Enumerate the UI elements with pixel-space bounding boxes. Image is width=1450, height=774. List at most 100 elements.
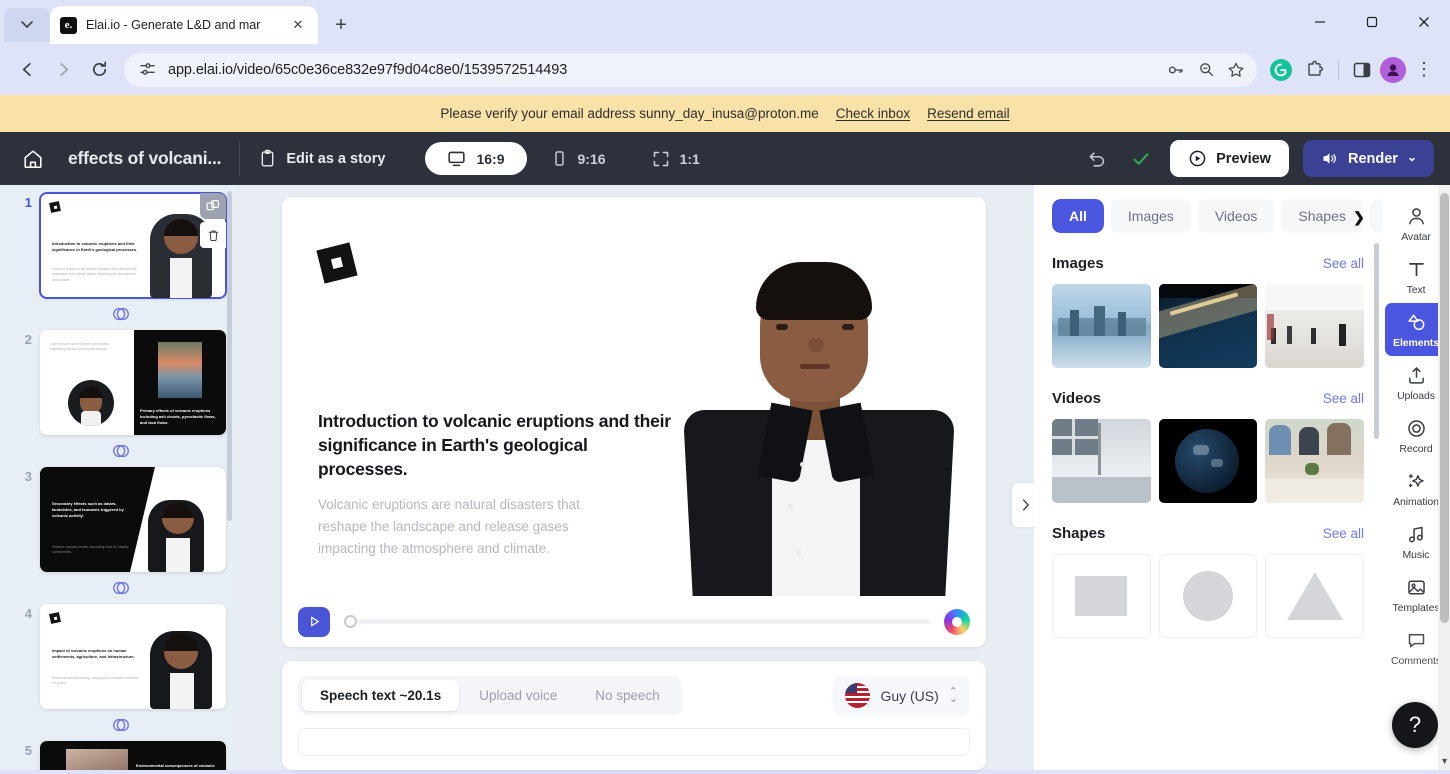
check-inbox-link[interactable]: Check inbox [836, 106, 910, 121]
shape-tile-square[interactable] [1052, 554, 1151, 638]
extensions-puzzle-icon[interactable] [1299, 54, 1331, 86]
collapse-panel-toggle[interactable] [1012, 483, 1038, 527]
tab-speech-text[interactable]: Speech text ~20.1s [302, 680, 460, 712]
tab-videos[interactable]: Videos [1197, 199, 1275, 233]
minimize-window-icon[interactable] [1294, 0, 1346, 44]
address-bar[interactable]: app.elai.io/video/65c0e36ce832e97f9d04c8… [124, 52, 1257, 87]
transition-icon[interactable] [111, 304, 131, 324]
resend-email-link[interactable]: Resend email [927, 106, 1010, 121]
image-tile-earth-coastline-from-space[interactable] [1158, 284, 1258, 368]
reload-icon[interactable] [82, 53, 116, 87]
slides-scrollbar[interactable] [227, 191, 232, 521]
profile-avatar-icon[interactable] [1380, 56, 1406, 83]
transition-icon[interactable] [111, 578, 131, 598]
back-icon[interactable] [10, 53, 44, 87]
video-tile-earth-globe-night[interactable] [1158, 419, 1258, 503]
render-button[interactable]: Render ⌄ [1302, 140, 1434, 177]
delete-slide-icon[interactable] [200, 222, 226, 248]
slide-thumbnail[interactable]: Secondary effects such as lahars, landsl… [40, 467, 226, 572]
aspect-ratio-group: 16:9 9:16 1:1 [421, 138, 725, 179]
play-icon[interactable] [298, 606, 330, 637]
slide-title-text[interactable]: Introduction to volcanic eruptions and t… [318, 410, 678, 481]
ratio-16-9-button[interactable]: 16:9 [425, 142, 527, 175]
elai-diamond-logo[interactable] [316, 242, 358, 284]
color-theme-icon[interactable] [944, 608, 970, 635]
window-controls [1294, 0, 1450, 44]
speech-text-input[interactable] [298, 728, 970, 756]
slide-transition-1[interactable] [28, 304, 214, 324]
slide-subtitle-text[interactable]: Volcanic eruptions are natural disasters… [318, 494, 628, 560]
duplicate-slide-icon[interactable] [200, 193, 226, 219]
side-panel-icon[interactable] [1346, 54, 1378, 86]
playback-timeline[interactable] [344, 615, 930, 629]
shape-tile-triangle[interactable] [1265, 554, 1365, 638]
images-see-all-link[interactable]: See all [1323, 256, 1364, 271]
shape-tile-circle[interactable] [1158, 554, 1258, 638]
edit-as-story-button[interactable]: Edit as a story [258, 149, 385, 168]
slide-transition-4[interactable] [28, 715, 214, 735]
timeline-track[interactable] [357, 619, 930, 625]
slide-stage[interactable]: Introduction to volcanic eruptions and t… [282, 197, 986, 602]
zoom-search-icon[interactable] [1191, 55, 1221, 85]
tab-no-speech[interactable]: No speech [577, 680, 678, 711]
video-tile-snowy-street-scene[interactable] [1052, 419, 1151, 503]
thumb-avatar-circle [68, 380, 114, 426]
undo-icon[interactable] [1082, 144, 1112, 174]
upload-icon [1406, 365, 1427, 386]
close-tab-icon[interactable]: ✕ [288, 15, 308, 35]
slides-rail[interactable]: 1 Introduction to volcanic eruptions and… [0, 185, 234, 770]
slide-item-3[interactable]: 3 Secondary effects such as lahars, land… [0, 467, 234, 572]
slide-thumbnail[interactable]: Lorem ipsum dolor sit amet consectetur a… [40, 330, 226, 435]
transition-icon[interactable] [111, 715, 131, 735]
page-scrollbar[interactable]: ▼ [1438, 185, 1450, 770]
tab-images[interactable]: Images [1110, 199, 1191, 233]
grammarly-icon[interactable] [1265, 54, 1297, 86]
site-settings-icon[interactable] [132, 55, 162, 85]
timeline-knob[interactable] [344, 615, 357, 629]
voice-stepper-icon[interactable]: ⌃ ⌄ [949, 686, 958, 704]
slide-item-2[interactable]: 2 Lorem ipsum dolor sit amet consectetur… [0, 330, 234, 435]
browser-tab[interactable]: e. Elai.io - Generate L&D and mar ✕ [50, 6, 318, 44]
slide-transition-2[interactable] [28, 441, 214, 461]
slide-thumbnail[interactable]: Impact of volcanic eruptions on human se… [40, 604, 226, 709]
video-tile-people-at-dining-table[interactable] [1265, 419, 1365, 503]
videos-section-header: Videos See all [1052, 390, 1364, 407]
tab-stickers[interactable]: St [1369, 199, 1382, 233]
ratio-1-1-button[interactable]: 1:1 [630, 143, 722, 175]
tab-search-button[interactable] [4, 8, 50, 42]
voice-selector[interactable]: Guy (US) ⌃ ⌄ [833, 675, 970, 717]
forward-icon[interactable] [46, 53, 80, 87]
preview-button[interactable]: Preview [1170, 140, 1289, 177]
bookmark-star-icon[interactable] [1221, 55, 1251, 85]
elements-panel-scrollbar[interactable] [1374, 243, 1379, 439]
page-title[interactable]: effects of volcani... [68, 148, 222, 169]
videos-section-title: Videos [1052, 390, 1101, 407]
image-tile-city-skyline-waterfront[interactable] [1052, 284, 1151, 368]
slide-item-5[interactable]: 5 Environmental consequences of volcanic [0, 741, 234, 770]
shapes-see-all-link[interactable]: See all [1323, 526, 1364, 541]
tab-all[interactable]: All [1052, 199, 1104, 233]
thumb-subtitle: Volcanic hazards create cascading risks … [52, 545, 129, 555]
transition-icon[interactable] [111, 441, 131, 461]
slide-item-1[interactable]: 1 Introduction to volcanic eruptions and… [0, 192, 234, 299]
ratio-9-16-button[interactable]: 9:16 [529, 143, 628, 174]
maximize-window-icon[interactable] [1346, 0, 1398, 44]
tab-upload-voice[interactable]: Upload voice [461, 680, 575, 711]
slide-item-4[interactable]: 4 Impact of volcanic eruptions on human … [0, 604, 234, 709]
image-tile-white-museum-hall-interior[interactable] [1265, 284, 1365, 368]
video-canvas[interactable]: Introduction to volcanic eruptions and t… [282, 197, 986, 648]
videos-see-all-link[interactable]: See all [1323, 391, 1364, 406]
scroll-down-icon[interactable]: ▼ [1440, 756, 1449, 766]
avatar-presenter[interactable] [668, 198, 968, 602]
home-icon[interactable] [14, 140, 52, 178]
new-tab-button[interactable]: + [326, 10, 356, 40]
help-button[interactable]: ? [1392, 702, 1438, 748]
close-window-icon[interactable] [1398, 0, 1450, 44]
chrome-menu-icon[interactable]: ⋮ [1408, 54, 1440, 86]
password-key-icon[interactable] [1161, 55, 1191, 85]
chevron-right-icon[interactable]: ❯ [1350, 208, 1368, 226]
slide-transition-3[interactable] [28, 578, 214, 598]
page-scrollbar-thumb[interactable] [1440, 193, 1449, 623]
slide-thumbnail[interactable]: Environmental consequences of volcanic [40, 741, 226, 770]
slide-thumbnail[interactable]: Introduction to volcanic eruptions and t… [39, 192, 227, 299]
